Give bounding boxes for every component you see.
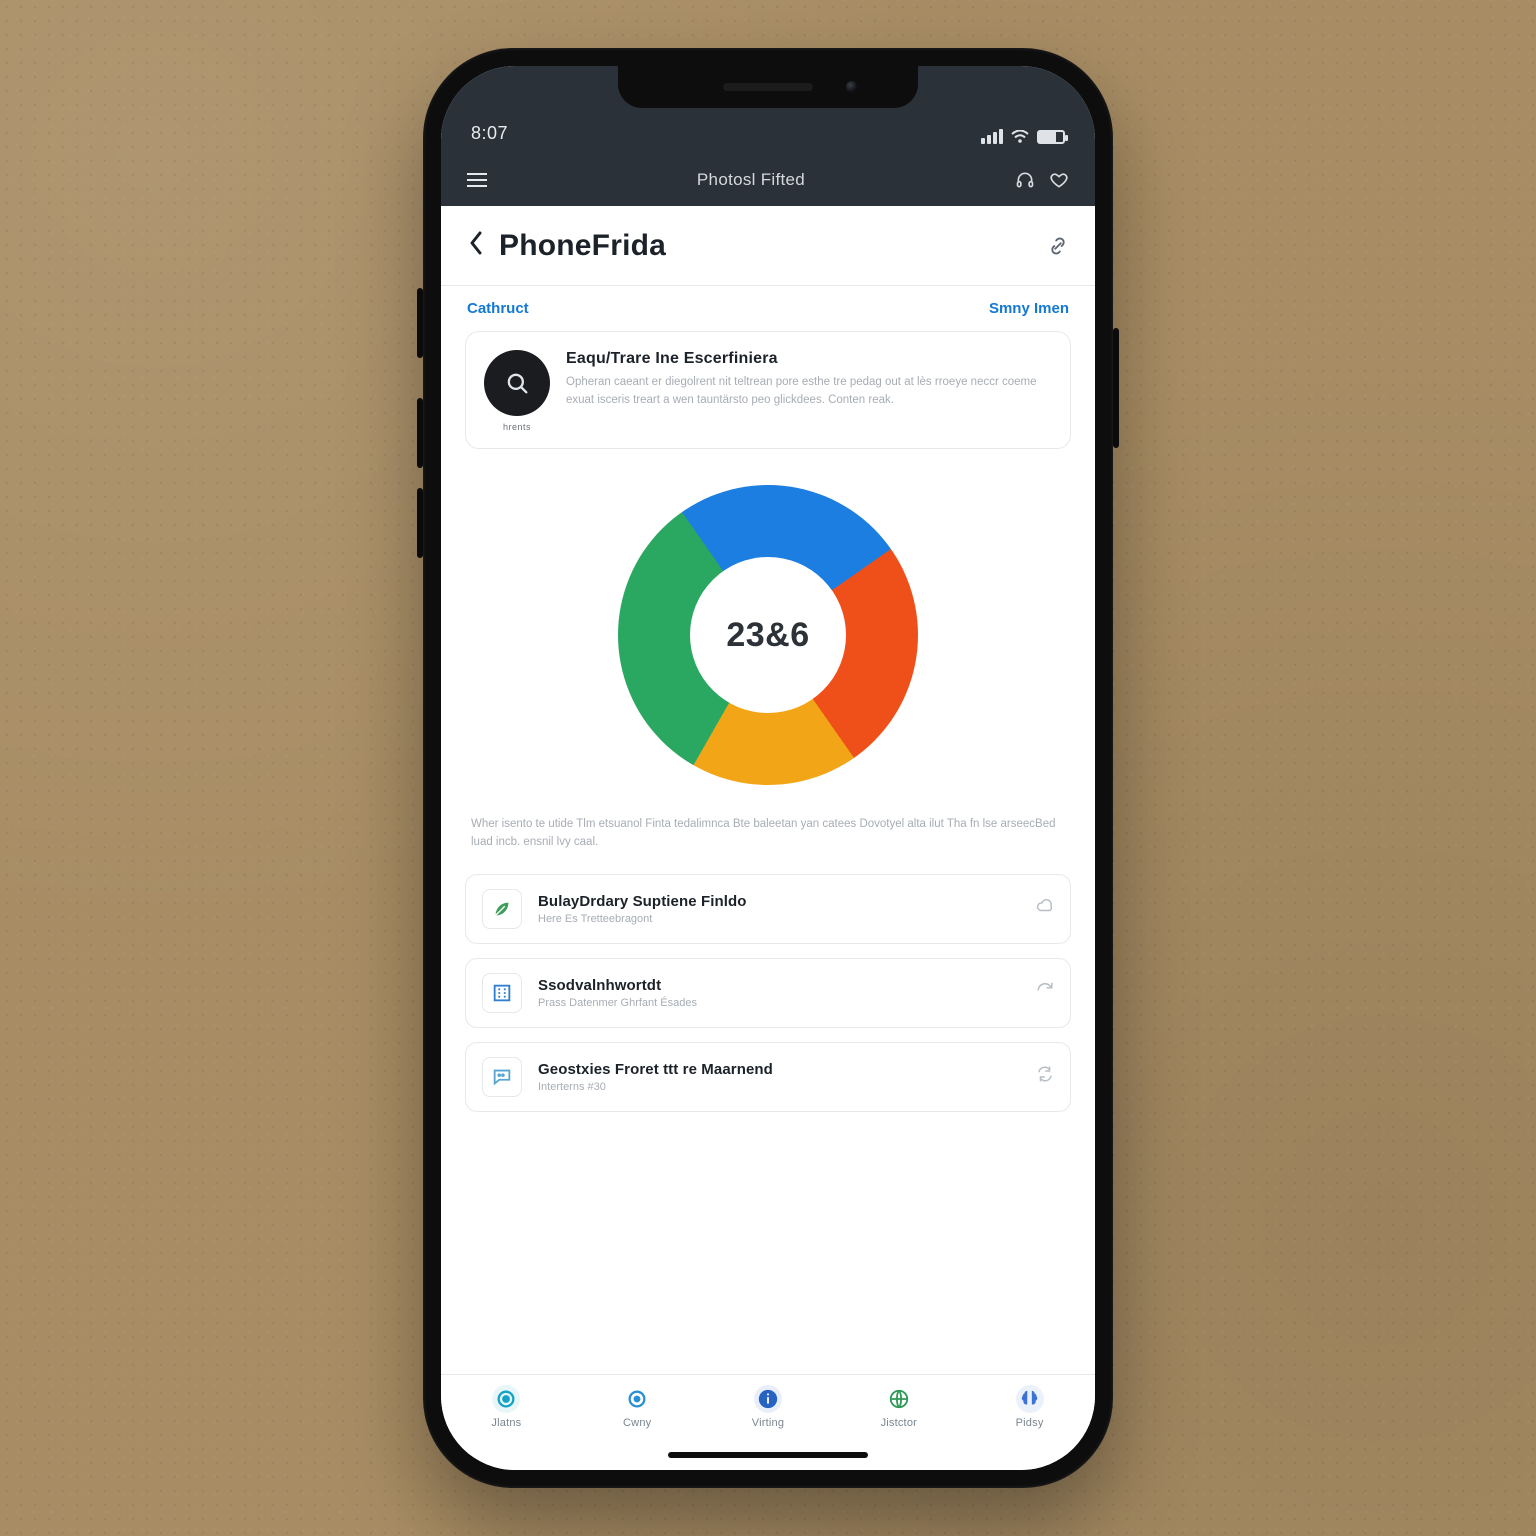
info-card-body: Opheran caeant er diegolrent nit teltrea…	[566, 374, 1052, 410]
feature-title: Ssodvalnhwortdt	[538, 977, 1020, 994]
sub-link-row: Cathruct Smny Imen	[441, 286, 1095, 327]
info-card-title: Eaqu/Trare Ine Escerfiniera	[566, 350, 1052, 368]
target-icon	[492, 1385, 520, 1413]
feature-list: BulayDrdary Suptiene Finldo Here Es Tret…	[465, 874, 1071, 1112]
feature-item[interactable]: Geostxies Froret ttt re Maarnend Interte…	[465, 1042, 1071, 1112]
info-card: hrents Eaqu/Trare Ine Escerfiniera Opher…	[465, 331, 1071, 449]
feature-title: BulayDrdary Suptiene Finldo	[538, 893, 1020, 910]
cloud-icon	[1036, 897, 1054, 920]
avatar-caption: hrents	[503, 422, 531, 432]
speaker-grille	[723, 83, 813, 91]
tab-jlatns[interactable]: Jlatns	[441, 1385, 572, 1429]
system-title-bar: Photosl Fifted	[441, 154, 1095, 206]
tab-label: Virting	[752, 1417, 784, 1429]
wifi-icon	[1011, 130, 1029, 144]
page-title: PhoneFrida	[499, 229, 1033, 263]
tab-pidsy[interactable]: Pidsy	[964, 1385, 1095, 1429]
tab-label: Cwny	[623, 1417, 651, 1429]
feature-subtitle: Prass Datenmer Ghrfant Ésades	[538, 997, 1020, 1009]
feature-item[interactable]: BulayDrdary Suptiene Finldo Here Es Tret…	[465, 874, 1071, 944]
battery-icon	[1037, 130, 1065, 144]
leaf-icon	[482, 889, 522, 929]
front-camera	[846, 81, 858, 93]
chart-caption: Wher isento te utide Tlm etsuanol Finta …	[465, 809, 1071, 856]
screen: 8:07 Photosl Fifted	[441, 66, 1095, 1470]
sync-icon	[1036, 1065, 1054, 1088]
system-title: Photosl Fifted	[501, 170, 1001, 190]
donut-center-label: 23&6	[618, 485, 918, 785]
signal-icon	[981, 129, 1003, 144]
notch	[618, 66, 918, 108]
headset-icon[interactable]	[1015, 170, 1035, 190]
device-frame: 8:07 Photosl Fifted	[423, 48, 1113, 1488]
tab-jistctor[interactable]: Jistctor	[833, 1385, 964, 1429]
feature-subtitle: Interterns #30	[538, 1081, 1020, 1093]
donut-chart: 23&6	[618, 485, 918, 785]
app-header: PhoneFrida	[441, 206, 1095, 286]
refresh-icon	[1036, 981, 1054, 1004]
record-icon	[623, 1385, 651, 1413]
chat-icon	[482, 1057, 522, 1097]
feature-item[interactable]: Ssodvalnhwortdt Prass Datenmer Ghrfant É…	[465, 958, 1071, 1028]
content-scroll[interactable]: hrents Eaqu/Trare Ine Escerfiniera Opher…	[441, 327, 1095, 1374]
home-indicator[interactable]	[668, 1452, 868, 1458]
heart-icon[interactable]	[1049, 170, 1069, 190]
building-icon	[482, 973, 522, 1013]
tab-cwny[interactable]: Cwny	[572, 1385, 703, 1429]
chart-container: 23&6	[465, 449, 1071, 809]
sublink-right[interactable]: Smny Imen	[989, 300, 1069, 317]
status-right	[925, 129, 1065, 144]
sublink-left[interactable]: Cathruct	[467, 300, 529, 317]
feature-subtitle: Here Es Tretteebragont	[538, 913, 1020, 925]
tab-label: Pidsy	[1016, 1417, 1044, 1429]
feature-title: Geostxies Froret ttt re Maarnend	[538, 1061, 1020, 1078]
tab-label: Jlatns	[491, 1417, 521, 1429]
link-icon[interactable]	[1047, 235, 1069, 257]
brain-icon	[1016, 1385, 1044, 1413]
avatar	[484, 350, 550, 416]
globe-icon	[885, 1385, 913, 1413]
back-button[interactable]	[467, 229, 485, 262]
info-icon	[754, 1385, 782, 1413]
tab-label: Jistctor	[881, 1417, 917, 1429]
tab-virting[interactable]: Virting	[703, 1385, 834, 1429]
status-clock: 8:07	[471, 123, 591, 144]
menu-icon[interactable]	[467, 173, 487, 187]
